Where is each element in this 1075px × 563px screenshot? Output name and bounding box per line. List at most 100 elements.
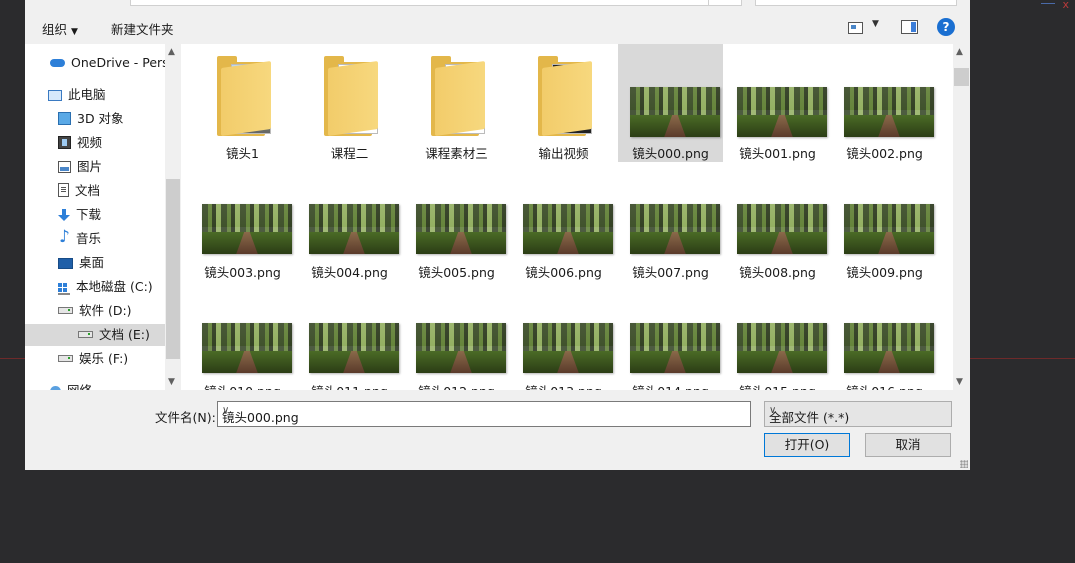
image-file-tile[interactable]: 镜头004.png [297, 163, 402, 281]
nav-item[interactable]: OneDrive - Perso [50, 52, 165, 74]
file-name-label: 镜头013.png [511, 381, 616, 390]
image-thumbnail [844, 323, 934, 373]
chevron-down-icon: ∨ [769, 405, 777, 416]
nav-item-label: 音乐 [76, 231, 102, 246]
image-file-tile[interactable]: 镜头015.png [725, 282, 830, 390]
folder-icon [538, 54, 598, 136]
resize-grip[interactable] [960, 460, 968, 468]
scroll-down-icon[interactable]: ▼ [956, 377, 963, 387]
image-file-tile[interactable]: 镜头007.png [618, 163, 723, 281]
folder-tile[interactable]: 镜头1 [190, 44, 295, 162]
scroll-up-icon[interactable]: ▲ [168, 47, 175, 57]
image-file-tile[interactable]: 镜头005.png [404, 163, 509, 281]
file-name-label: 镜头008.png [739, 265, 816, 280]
filetype-select[interactable]: 全部文件 (*.*) ∨ [764, 401, 952, 427]
chevron-down-icon: ▼ [71, 27, 78, 37]
nav-item-label: 本地磁盘 (C:) [76, 279, 153, 294]
image-file-tile[interactable]: 镜头003.png [190, 163, 295, 281]
nav-item-label: 3D 对象 [77, 111, 124, 126]
folder-icon [324, 54, 384, 136]
image-file-tile[interactable]: 镜头001.png [725, 44, 830, 162]
nav-item-label: 软件 (D:) [79, 303, 132, 318]
nav-item-label: 网络 [67, 383, 92, 390]
file-name-label: 镜头016.png [832, 381, 937, 390]
image-thumbnail [202, 204, 292, 254]
filename-input[interactable]: 镜头000.png ∨ [217, 401, 751, 427]
image-file-tile[interactable]: 镜头000.png [618, 44, 723, 162]
nav-item[interactable]: 文档 [58, 180, 100, 202]
scroll-down-icon[interactable]: ▼ [168, 377, 175, 387]
nav-item-label: 视频 [77, 135, 103, 150]
nav-item-label: 下载 [76, 207, 102, 222]
nav-item-label: 文档 (E:) [99, 327, 150, 342]
organize-button[interactable]: 组织 ▼ [42, 19, 78, 38]
cancel-button[interactable]: 取消 [865, 433, 951, 457]
files-scroll-thumb[interactable] [954, 68, 969, 86]
image-file-tile[interactable]: 镜头011.png [297, 282, 402, 390]
file-name-label: 课程二 [330, 146, 369, 161]
3d-objects-icon [58, 112, 71, 125]
image-file-tile[interactable]: 镜头010.png [190, 282, 295, 390]
nav-item[interactable]: 网络 [50, 380, 92, 390]
video-icon [58, 136, 71, 149]
nav-item-label: 此电脑 [68, 87, 106, 102]
image-file-tile[interactable]: 镜头009.png [832, 163, 937, 281]
file-grid: 镜头1 课程二 课程素材三 输出视频 镜头000.png 镜头001.png 镜头002.p… [190, 44, 953, 390]
nav-item[interactable]: 下载 [58, 204, 101, 226]
nav-scrollbar[interactable]: ▲ ▼ [165, 44, 181, 390]
toolbar: 组织 ▼ 新建文件夹 ▼ ? [25, 6, 970, 44]
image-thumbnail [844, 204, 934, 254]
file-name-label: 镜头015.png [725, 381, 830, 390]
file-name-label: 镜头005.png [418, 265, 495, 280]
scroll-up-icon[interactable]: ▲ [956, 47, 963, 57]
open-button[interactable]: 打开(O) [764, 433, 850, 457]
image-thumbnail [416, 323, 506, 373]
folder-tile[interactable]: 课程素材三 [404, 44, 509, 162]
image-thumbnail [309, 204, 399, 254]
view-options-chevron-icon[interactable]: ▼ [872, 19, 879, 29]
filename-label: 文件名(N): [155, 410, 216, 425]
folder-icon [431, 54, 491, 136]
folder-tile[interactable]: 课程二 [297, 44, 402, 162]
nav-item[interactable]: 图片 [58, 156, 102, 178]
image-file-tile[interactable]: 镜头012.png [404, 282, 509, 390]
image-file-tile[interactable]: 镜头002.png [832, 44, 937, 162]
nav-item[interactable]: 桌面 [58, 252, 104, 274]
dialog-footer: 文件名(N): 镜头000.png ∨ 全部文件 (*.*) ∨ 打开(O) 取… [25, 390, 970, 470]
folder-tile[interactable]: 输出视频 [511, 44, 616, 162]
image-file-tile[interactable]: 镜头006.png [511, 163, 616, 281]
nav-scroll-thumb[interactable] [166, 179, 180, 359]
nav-item[interactable]: 音乐 [58, 226, 102, 250]
image-thumbnail [630, 87, 720, 137]
image-file-tile[interactable]: 镜头016.png [832, 282, 937, 390]
new-folder-button[interactable]: 新建文件夹 [111, 19, 174, 38]
download-icon [58, 209, 70, 221]
file-name-label: 镜头002.png [846, 146, 923, 161]
file-name-label: 镜头010.png [190, 381, 295, 390]
nav-item[interactable]: 软件 (D:) [58, 300, 132, 322]
file-name-label: 镜头012.png [404, 381, 509, 390]
nav-item[interactable]: 视频 [58, 132, 102, 154]
nav-item-label: OneDrive - Perso [71, 55, 165, 70]
open-file-dialog: 组织▼ 新建文件夹 ▼ ? OneDrive - Perso 此电脑 3D 对象视频… [25, 0, 970, 470]
chevron-down-icon[interactable]: ∨ [222, 405, 746, 416]
file-name-label: 镜头009.png [846, 265, 923, 280]
file-name-label: 镜头006.png [525, 265, 602, 280]
this-pc-icon [48, 90, 62, 101]
nav-item[interactable]: 3D 对象 [58, 108, 124, 130]
nav-item[interactable]: 娱乐 (F:) [58, 348, 128, 370]
nav-item[interactable]: 本地磁盘 (C:) [58, 276, 153, 298]
nav-item[interactable]: 文档 (E:) [25, 324, 165, 346]
help-icon[interactable]: ? [937, 18, 955, 36]
view-mode-icon[interactable] [848, 22, 863, 34]
file-name-label: 镜头007.png [632, 265, 709, 280]
image-file-tile[interactable]: 镜头008.png [725, 163, 830, 281]
file-name-label: 镜头1 [226, 146, 259, 161]
file-name-label: 课程素材三 [425, 146, 488, 161]
image-thumbnail [630, 204, 720, 254]
image-file-tile[interactable]: 镜头013.png [511, 282, 616, 390]
nav-item[interactable]: 此电脑 [48, 84, 106, 106]
image-file-tile[interactable]: 镜头014.png [618, 282, 723, 390]
files-scrollbar[interactable]: ▲ ▼ [953, 44, 970, 390]
preview-pane-icon[interactable] [901, 20, 918, 34]
